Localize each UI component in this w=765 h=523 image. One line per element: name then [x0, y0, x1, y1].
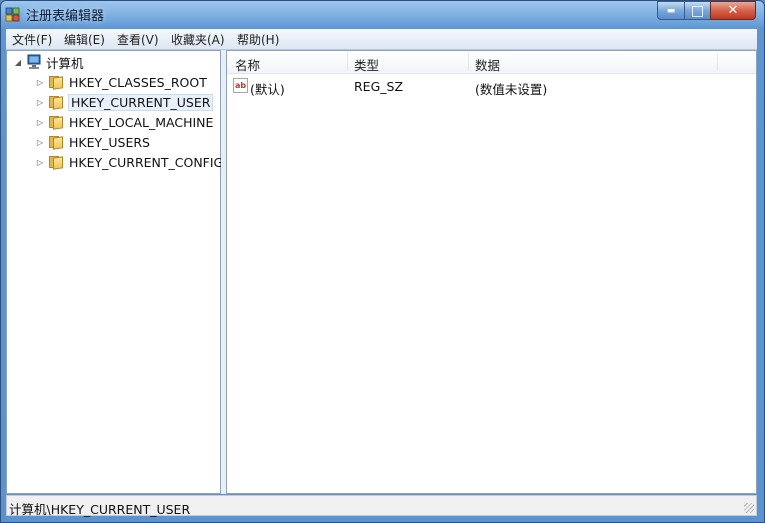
close-icon: ✕ — [727, 3, 739, 18]
value-data: (数值未设置) — [475, 82, 548, 97]
tree-label: HKEY_USERS — [69, 134, 150, 150]
status-bar: 计算机\HKEY_CURRENT_USER — [6, 495, 757, 517]
folder-icon — [49, 135, 65, 150]
tree-label-computer: 计算机 — [46, 55, 84, 71]
window-title: 注册表编辑器 — [26, 9, 105, 24]
expand-icon[interactable]: ▷ — [35, 158, 45, 167]
tree-label-selected: HKEY_CURRENT_USER — [67, 93, 214, 111]
menu-view[interactable]: 查看(V) — [117, 31, 159, 48]
expand-icon[interactable]: ▷ — [35, 78, 45, 87]
folder-icon — [49, 115, 65, 130]
tree-node-hkey-classes-root[interactable]: ▷ HKEY_CLASSES_ROOT — [35, 73, 207, 91]
tree-node-hkey-current-user[interactable]: ▷ HKEY_CURRENT_USER — [35, 93, 214, 111]
folder-icon — [49, 75, 65, 90]
menu-favorites[interactable]: 收藏夹(A) — [171, 31, 225, 48]
menu-file[interactable]: 文件(F) — [12, 31, 52, 48]
column-header-type[interactable]: 类型 — [354, 55, 379, 74]
column-divider[interactable] — [347, 53, 348, 71]
column-divider[interactable] — [468, 53, 469, 71]
menu-help[interactable]: 帮助(H) — [237, 31, 279, 48]
status-path: 计算机\HKEY_CURRENT_USER — [9, 502, 191, 517]
menu-edit[interactable]: 编辑(E) — [64, 31, 105, 48]
close-button[interactable]: ✕ — [710, 1, 756, 20]
column-header-data[interactable]: 数据 — [475, 55, 500, 74]
regedit-window: 注册表编辑器 ▬ □ ✕ 文件(F) 编辑(E) 查看(V) 收藏夹(A) 帮助… — [0, 0, 765, 523]
tree-node-hkey-local-machine[interactable]: ▷ HKEY_LOCAL_MACHINE — [35, 113, 213, 131]
list-header: 名称 类型 数据 — [227, 51, 756, 74]
column-divider[interactable] — [717, 53, 718, 71]
column-header-name[interactable]: 名称 — [235, 55, 260, 74]
computer-icon — [27, 54, 41, 69]
table-row[interactable]: ab (默认) REG_SZ (数值未设置) — [227, 77, 756, 97]
collapse-icon[interactable]: ◢ — [13, 58, 23, 67]
string-value-icon: ab — [233, 78, 248, 93]
maximize-icon: □ — [690, 2, 705, 19]
folder-icon — [49, 95, 65, 110]
minimize-button[interactable]: ▬ — [657, 1, 685, 20]
minimize-icon: ▬ — [666, 5, 676, 16]
maximize-button[interactable]: □ — [684, 1, 711, 20]
tree-label: HKEY_LOCAL_MACHINE — [69, 114, 214, 130]
expand-icon[interactable]: ▷ — [35, 118, 45, 127]
value-name: (默认) — [250, 82, 285, 97]
expand-icon[interactable]: ▷ — [35, 138, 45, 147]
tree-label: HKEY_CURRENT_CONFIG — [69, 154, 224, 170]
tree-pane[interactable]: ◢ 计算机 ▷ HKEY_CLASSES_ROOT ▷ HKEY_CURRENT… — [6, 50, 223, 494]
menu-bar: 文件(F) 编辑(E) 查看(V) 收藏夹(A) 帮助(H) — [6, 29, 757, 50]
tree-node-computer[interactable]: ◢ 计算机 — [13, 53, 84, 71]
tree-label: HKEY_CLASSES_ROOT — [69, 74, 207, 90]
title-bar[interactable]: 注册表编辑器 ▬ □ ✕ — [1, 1, 764, 27]
tree-node-hkey-users[interactable]: ▷ HKEY_USERS — [35, 133, 150, 151]
expand-icon[interactable]: ▷ — [35, 98, 45, 107]
folder-icon — [49, 155, 65, 170]
regedit-app-icon — [5, 7, 20, 22]
resize-grip-icon[interactable] — [744, 503, 754, 513]
value-type: REG_SZ — [354, 79, 404, 94]
values-pane[interactable]: 名称 类型 数据 ab (默认) REG_SZ (数值未设置) — [226, 50, 757, 494]
tree-node-hkey-current-config[interactable]: ▷ HKEY_CURRENT_CONFIG — [35, 153, 223, 171]
